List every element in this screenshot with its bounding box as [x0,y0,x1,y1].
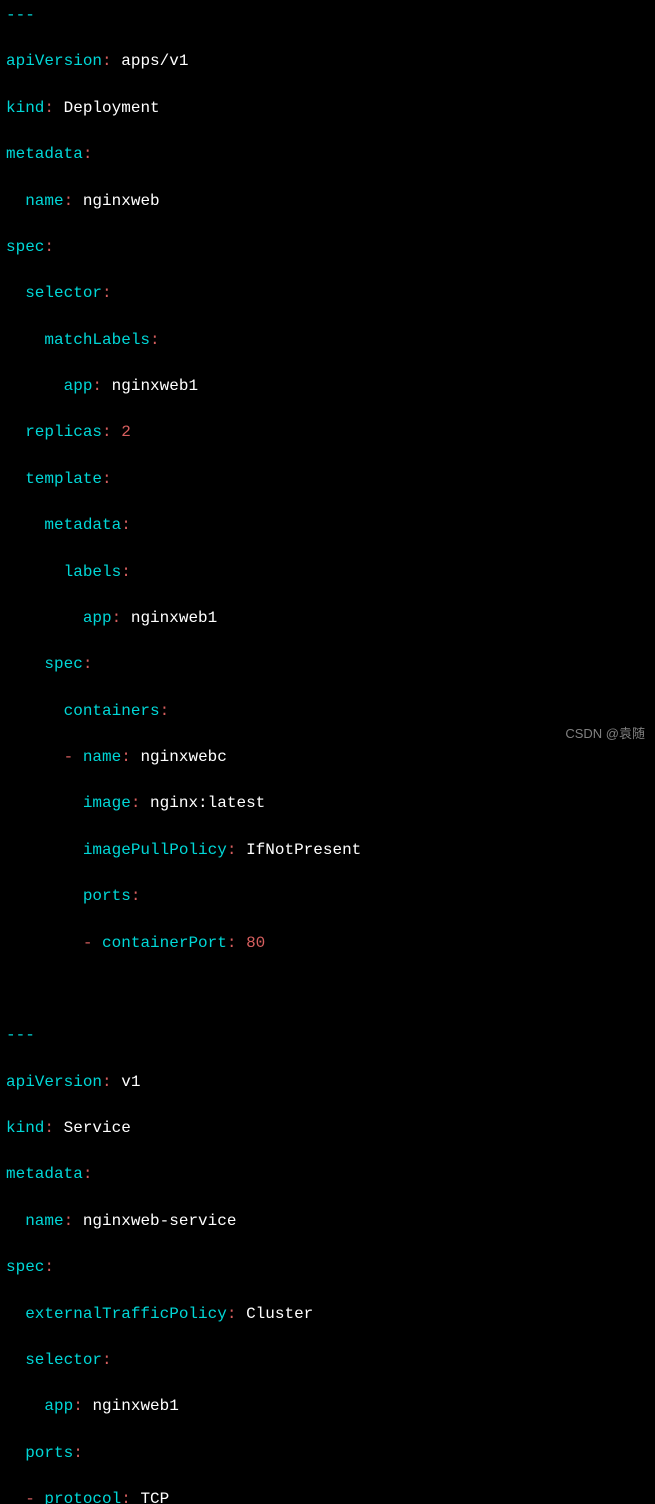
yaml-separator: --- [6,4,649,27]
yaml-code-block: --- apiVersion: apps/v1 kind: Deployment… [6,4,649,1504]
yaml-separator: --- [6,1024,649,1047]
watermark-text: CSDN @袁随 [565,725,645,744]
